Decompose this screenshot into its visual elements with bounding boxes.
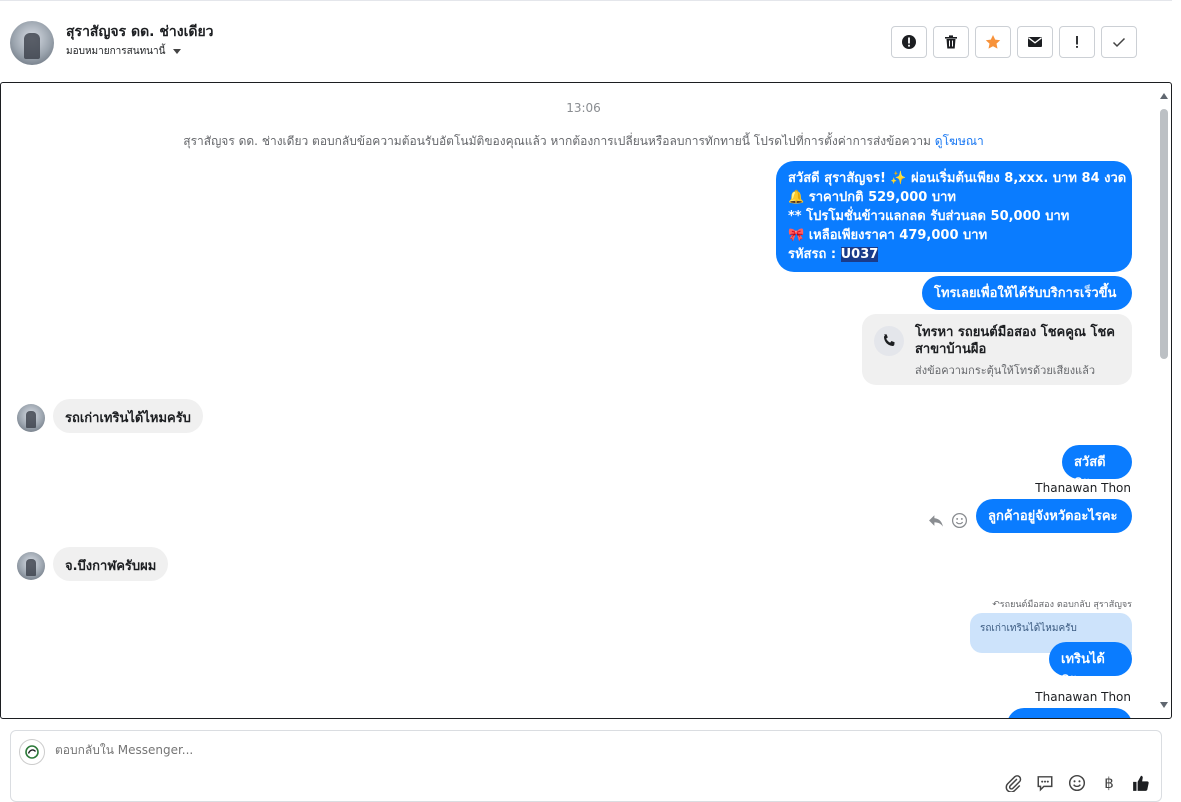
incoming-message[interactable]: จ.บึงกาฬครับผม: [53, 547, 169, 581]
attach-icon[interactable]: [1003, 773, 1023, 793]
conversation-header: สุราสัญจร ดด. ช่างเดียว มอบหมายการสนทนาน…: [0, 0, 1172, 83]
outgoing-message[interactable]: สวัสดีคะ: [1062, 445, 1132, 489]
assign-conversation-dropdown[interactable]: มอบหมายการสนทนานี้: [66, 44, 182, 59]
message-input[interactable]: [55, 743, 655, 757]
call-card-subtitle: ส่งข้อความกระตุ้นให้โทรด้วยเสียงแล้ว: [915, 364, 1096, 377]
star-icon: [985, 35, 1001, 49]
promo-line: 🎀 เหลือเพียงราคา 479,000 บาท: [788, 228, 988, 243]
thread-scrollbar[interactable]: [1159, 87, 1169, 712]
contact-avatar[interactable]: [10, 21, 54, 65]
conversation-toolbar: [891, 26, 1137, 58]
trash-icon: [945, 35, 957, 49]
phone-icon: [874, 326, 904, 356]
contact-avatar-small[interactable]: [17, 552, 45, 580]
follow-up-button[interactable]: [1059, 26, 1095, 58]
sender-name: Thanawan Thon: [1035, 481, 1131, 495]
reply-composer: ฿: [10, 730, 1162, 802]
assign-label: มอบหมายการสนทนานี้: [66, 46, 166, 57]
message-thread[interactable]: 13:06 สุราสัญจร ดด. ช่างเดียว ตอบกลับข้อ…: [0, 82, 1172, 719]
promo-line: ** โปรโมชั่นข้าวแลกลด รับส่วนลด 50,000 บ…: [788, 209, 1070, 224]
like-icon[interactable]: [1131, 773, 1151, 793]
spam-button[interactable]: [891, 26, 927, 58]
saved-reply-icon[interactable]: [1035, 773, 1055, 793]
caret-down-icon: [173, 49, 182, 54]
contact-name[interactable]: สุราสัญจร ดด. ช่างเดียว: [66, 21, 214, 43]
scroll-down-arrow-icon[interactable]: [1160, 702, 1168, 708]
call-now-message[interactable]: โทรเลยเพื่อให้ได้รับบริการเร็วขึ้น: [922, 276, 1132, 310]
check-icon: [1112, 37, 1126, 48]
sender-name: Thanawan Thon: [1035, 690, 1131, 704]
promo-line: สวัสดี สุราสัญจร! ✨ ผ่อนเริ่มต้นเพียง 8,…: [788, 171, 1127, 186]
emoji-icon[interactable]: [1067, 773, 1087, 793]
incoming-message[interactable]: รถเก่าเทรินได้ไหมครับ: [53, 399, 203, 433]
contact-avatar-small[interactable]: [17, 404, 45, 432]
auto-reply-notice: สุราสัญจร ดด. ช่างเดียว ตอบกลับข้อความต้…: [1, 132, 1166, 151]
exclamation-icon: [1076, 36, 1078, 48]
scroll-up-arrow-icon[interactable]: [1160, 93, 1168, 99]
mark-unread-button[interactable]: [1017, 26, 1053, 58]
outgoing-message[interactable]: ลูกค้าอยู่จังหวัดอะไรคะ: [976, 499, 1132, 533]
outgoing-message[interactable]: เทรินได้คะ: [1049, 642, 1132, 686]
promo-code-value: U037: [840, 247, 879, 262]
baht-icon[interactable]: ฿: [1099, 773, 1119, 793]
composer-actions: ฿: [1003, 773, 1151, 793]
reply-icon[interactable]: [928, 512, 945, 529]
message-timestamp: 13:06: [566, 101, 601, 115]
notice-text: สุราสัญจร ดด. ช่างเดียว ตอบกลับข้อความต้…: [183, 134, 935, 148]
view-ad-link[interactable]: ดูโฆษณา: [935, 134, 984, 148]
promo-code-line: รหัสรถ : U037: [788, 245, 1120, 264]
page-avatar: [19, 739, 45, 765]
scroll-thumb[interactable]: [1160, 109, 1168, 359]
emoji-reaction-icon[interactable]: [951, 512, 968, 529]
promo-line: 🔔 ราคาปกติ 529,000 บาท: [788, 190, 956, 205]
outgoing-message-partial[interactable]: [1007, 708, 1132, 718]
star-button[interactable]: [975, 26, 1011, 58]
call-card-title: โทรหา รถยนต์มือสอง โชคคูณ โชค สาขาบ้านผื…: [915, 325, 1116, 357]
envelope-icon: [1028, 37, 1042, 47]
promo-message-bubble[interactable]: สวัสดี สุราสัญจร! ✨ ผ่อนเริ่มต้นเพียง 8,…: [776, 161, 1132, 272]
alert-circle-icon: [902, 35, 916, 49]
delete-button[interactable]: [933, 26, 969, 58]
message-actions: [928, 512, 968, 529]
call-prompt-card[interactable]: โทรหา รถยนต์มือสอง โชคคูณ โชค สาขาบ้านผื…: [862, 314, 1132, 385]
done-button[interactable]: [1101, 26, 1137, 58]
reply-context-label: ↶รถยนต์มือสอง ตอบกลับ สุราสัญจร: [992, 600, 1132, 610]
promo-code-label: รหัสรถ :: [788, 247, 841, 262]
